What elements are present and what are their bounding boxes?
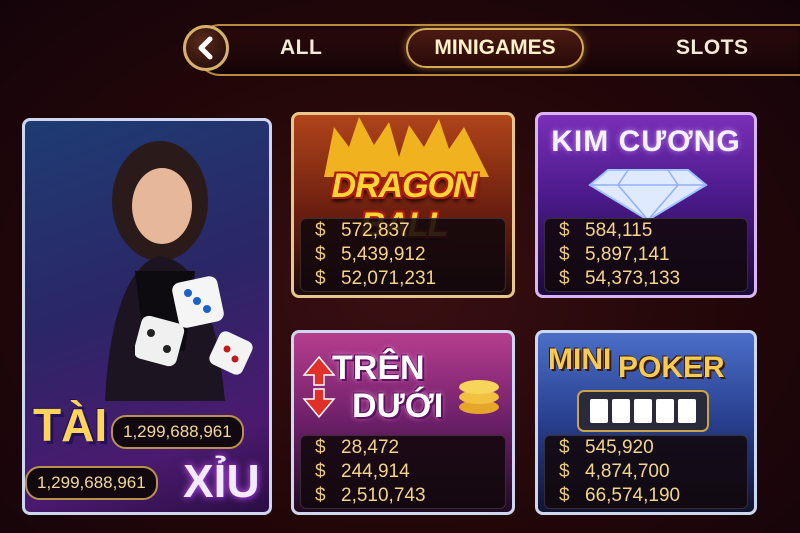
jackpot-row: $5,439,912 [301,243,505,267]
game-card-dragon-ball[interactable]: DRAGON BALL $572,837 $5,439,912 $52,071,… [291,112,515,298]
currency-symbol: $ [559,244,570,265]
currency-symbol: $ [559,437,570,458]
chevron-left-icon [198,36,213,60]
currency-symbol: $ [315,244,326,265]
currency-symbol: $ [315,485,326,506]
jackpot-list: $572,837 $5,439,912 $52,071,231 [300,218,506,292]
jackpot-value: 5,439,912 [341,244,426,265]
tab-slots[interactable]: SLOTS [676,36,749,60]
jackpot-value: 28,472 [341,437,400,458]
jackpot-value: 584,115 [585,220,653,241]
jackpot-value: 4,874,700 [585,461,670,482]
tai-amount: 1,299,688,961 [111,415,244,449]
jackpot-list: $28,472 $244,914 $2,510,743 [300,435,506,509]
tab-minigames[interactable]: MINIGAMES [406,28,584,68]
diamond-icon [588,169,708,220]
currency-symbol: $ [315,461,326,482]
game-card-kim-cuong[interactable]: KIM CƯƠNG $584,115 $5,897,141 $54,373,13… [535,112,757,298]
jackpot-value: 54,373,133 [585,268,681,289]
jackpot-row: $545,920 [545,436,747,460]
game-title-line2: POKER [618,351,725,384]
jackpot-row: $2,510,743 [301,484,505,508]
jackpot-value: 572,837 [341,220,410,241]
jackpot-value: 244,914 [341,461,410,482]
game-title: KIM CƯƠNG [551,125,741,158]
currency-symbol: $ [315,220,326,241]
jackpot-row: $584,115 [545,219,747,243]
currency-symbol: $ [315,437,326,458]
game-title-line1: MINI [548,343,612,376]
xiu-label: XỈU [183,455,260,507]
currency-symbol: $ [559,485,570,506]
currency-symbol: $ [559,268,570,289]
game-card-tai-xiu[interactable]: TÀI 1,299,688,961 1,299,688,961 XỈU [22,118,272,515]
currency-symbol: $ [315,268,326,289]
jackpot-value: 545,920 [585,437,654,458]
jackpot-row: $5,897,141 [545,243,747,267]
tab-all[interactable]: ALL [280,36,322,60]
jackpot-row: $4,874,700 [545,460,747,484]
game-card-mini-poker[interactable]: MINI POKER $545,920 $4,874,700 $66,574,1… [535,330,757,515]
xiu-amount: 1,299,688,961 [25,466,158,500]
tai-label: TÀI [33,399,108,451]
coins-icon [459,380,499,414]
currency-symbol: $ [559,220,570,241]
jackpot-row: $52,071,231 [301,267,505,291]
jackpot-value: 5,897,141 [585,244,670,265]
jackpot-value: 66,574,190 [585,485,681,506]
currency-symbol: $ [559,461,570,482]
jackpot-list: $545,920 $4,874,700 $66,574,190 [544,435,748,509]
jackpot-row: $54,373,133 [545,267,747,291]
jackpot-value: 2,510,743 [341,485,426,506]
game-title-line1: TRÊN [332,349,425,387]
back-button[interactable] [183,25,229,71]
game-card-tren-duoi[interactable]: TRÊN DƯỚI $28,472 $244,914 $2,510,743 [291,330,515,515]
jackpot-row: $244,914 [301,460,505,484]
up-down-arrows-icon [302,355,336,419]
jackpot-row: $66,574,190 [545,484,747,508]
dice-icon [135,276,253,375]
jackpot-row: $28,472 [301,436,505,460]
jackpot-list: $584,115 $5,897,141 $54,373,133 [544,218,748,292]
game-title-line2: DƯỚI [352,387,444,425]
slot-machine-icon [577,390,709,432]
jackpot-row: $572,837 [301,219,505,243]
jackpot-value: 52,071,231 [341,268,437,289]
